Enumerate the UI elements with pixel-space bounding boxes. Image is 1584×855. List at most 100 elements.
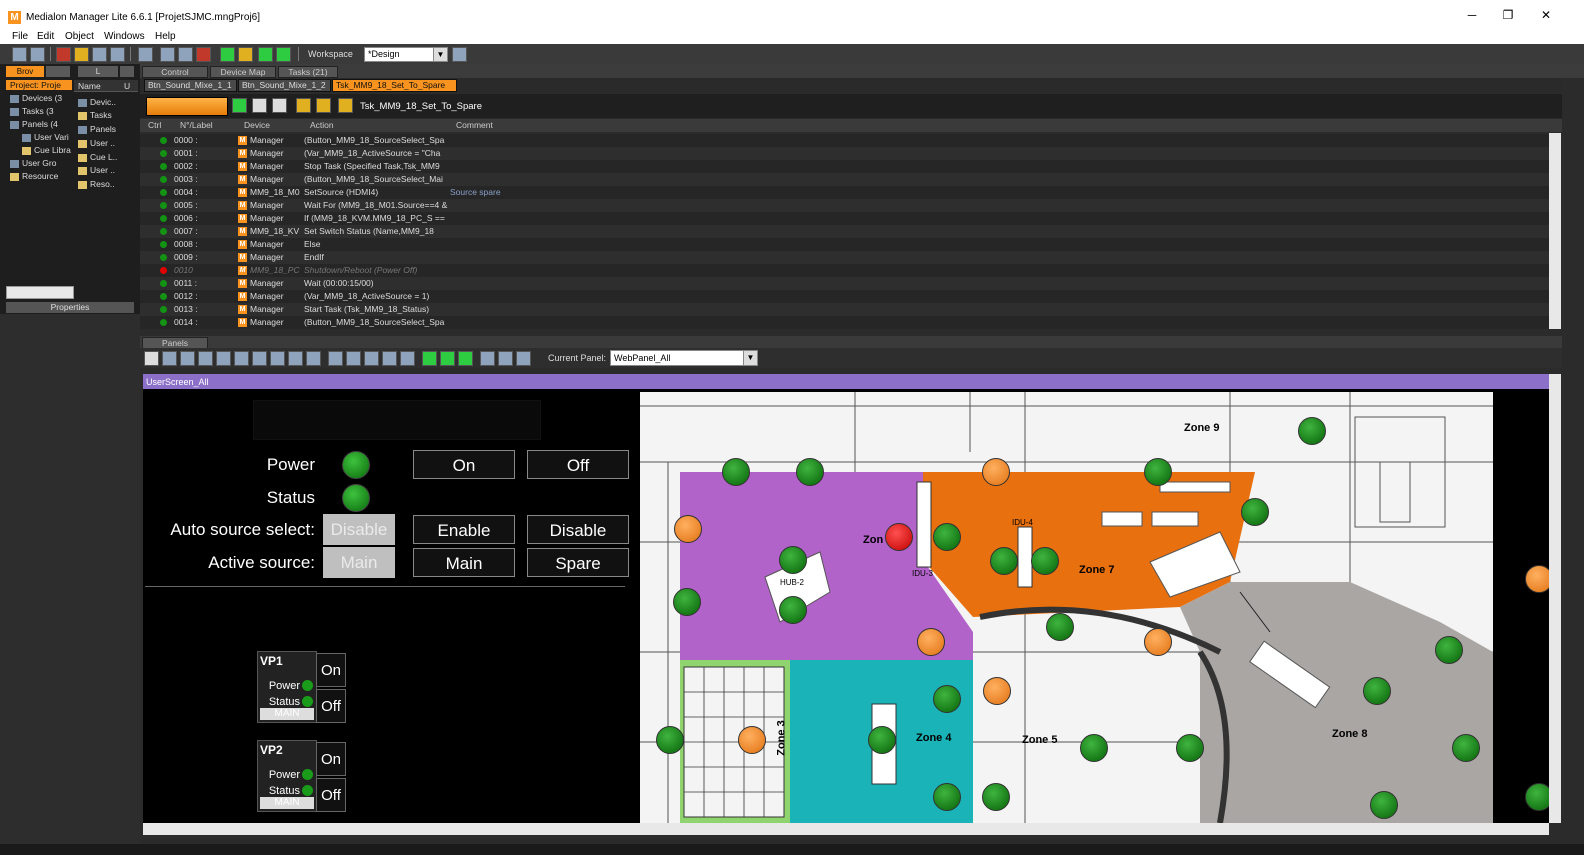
binoculars-icon[interactable] xyxy=(138,47,153,62)
pause-icon[interactable] xyxy=(252,98,267,113)
task-row[interactable]: M 0003 : Manager (Button_MM9_18_SourceSelec… xyxy=(140,173,1550,186)
flash-icon[interactable] xyxy=(316,98,331,113)
rectangle-tool-icon[interactable] xyxy=(328,351,343,366)
task-tab[interactable]: Btn_Sound_Mixe_1_2 xyxy=(238,79,331,92)
zone-sensor-dot[interactable] xyxy=(738,726,766,754)
start-icon[interactable] xyxy=(232,98,247,113)
open-icon[interactable] xyxy=(12,47,27,62)
zone-sensor-dot[interactable] xyxy=(796,458,824,486)
play-icon[interactable] xyxy=(272,98,287,113)
image-tool-icon[interactable] xyxy=(216,351,231,366)
task-row[interactable]: M 0004 : MM9_18_M0 SetSource (HDMI4) Source … xyxy=(140,186,1550,199)
wrench-icon[interactable] xyxy=(338,98,353,113)
current-panel-select[interactable]: WebPanel_All ▼ xyxy=(610,350,758,366)
list-item[interactable]: User .. xyxy=(78,165,115,175)
line-tool-icon[interactable] xyxy=(364,351,379,366)
zone-sensor-dot[interactable] xyxy=(779,596,807,624)
zone-sensor-dot[interactable] xyxy=(674,515,702,543)
task-tab-active[interactable]: Tsk_MM9_18_Set_To_Spare xyxy=(332,79,457,92)
task-row[interactable]: M 0006 : Manager If (MM9_18_KVM.MM9_18_PC_S… xyxy=(140,212,1550,225)
zone-sensor-dot[interactable] xyxy=(990,547,1018,575)
zone-sensor-dot[interactable] xyxy=(868,726,896,754)
zone-sensor-dot[interactable] xyxy=(656,726,684,754)
zone-sensor-dot[interactable] xyxy=(1144,458,1172,486)
panel-vertical-scrollbar[interactable] xyxy=(1549,374,1561,823)
connect-icon[interactable] xyxy=(220,47,235,62)
workspace-settings-icon[interactable] xyxy=(452,47,467,62)
toggle-tool-icon[interactable] xyxy=(288,351,303,366)
zone-sensor-dot[interactable] xyxy=(885,523,913,551)
pointer-icon[interactable] xyxy=(144,351,159,366)
zone-sensor-dot[interactable] xyxy=(673,588,701,616)
zone-sensor-dot[interactable] xyxy=(1031,547,1059,575)
power-off-button[interactable]: Off xyxy=(527,450,629,479)
vp2-off-button[interactable]: Off xyxy=(316,778,346,812)
group-icon[interactable] xyxy=(480,351,495,366)
disable-button[interactable]: Disable xyxy=(527,515,629,544)
tree-item-cue-library[interactable]: Cue Libra xyxy=(22,145,71,155)
square-tool-icon[interactable] xyxy=(400,351,415,366)
task-row[interactable]: M 0011 : Manager Wait (00:00:15/00) xyxy=(140,277,1550,290)
zone-sensor-dot[interactable] xyxy=(1363,677,1391,705)
list-item[interactable]: Reso.. xyxy=(78,179,115,189)
zone-sensor-dot[interactable] xyxy=(1176,734,1204,762)
task-row[interactable]: M 0008 : Manager Else xyxy=(140,238,1550,251)
task-row[interactable]: M 0009 : Manager EndIf xyxy=(140,251,1550,264)
ellipse-tool-icon[interactable] xyxy=(346,351,361,366)
led-tool-icon[interactable] xyxy=(270,351,285,366)
play-icon[interactable] xyxy=(258,47,273,62)
run-icon[interactable] xyxy=(74,47,89,62)
tree-item-tasks[interactable]: Tasks (3 xyxy=(10,106,54,116)
align-center-icon[interactable] xyxy=(458,351,473,366)
stop-square-icon[interactable] xyxy=(276,47,291,62)
horizontal-scrollbar[interactable] xyxy=(6,286,74,299)
task-row[interactable]: M 0000 : Manager (Button_MM9_18_SourceSelec… xyxy=(140,134,1550,147)
tab-browser-extra[interactable] xyxy=(46,66,70,77)
tab-list-extra[interactable] xyxy=(120,66,134,77)
list-item[interactable]: Devic.. xyxy=(78,97,116,107)
menu-windows[interactable]: Windows xyxy=(104,31,145,42)
vp1-off-button[interactable]: Off xyxy=(316,689,346,723)
task-row[interactable]: M 0002 : Manager Stop Task (Specified Task,… xyxy=(140,160,1550,173)
maximize-button[interactable]: ❐ xyxy=(1488,8,1528,22)
task-row[interactable]: M 0001 : Manager (Var_MM9_18_ActiveSource =… xyxy=(140,147,1550,160)
menu-edit[interactable]: Edit xyxy=(37,31,54,42)
zone-sensor-dot[interactable] xyxy=(982,458,1010,486)
vp2-on-button[interactable]: On xyxy=(316,742,346,776)
grid-icon[interactable] xyxy=(178,47,193,62)
list-item[interactable]: Panels xyxy=(78,124,116,134)
task-row[interactable]: M 0014 : Manager (Button_MM9_18_SourceSelec… xyxy=(140,316,1550,329)
zone-sensor-dot[interactable] xyxy=(983,677,1011,705)
stop-icon[interactable] xyxy=(56,47,71,62)
task-row[interactable]: M 0007 : MM9_18_KV Set Switch Status (Name… xyxy=(140,225,1550,238)
zone-sensor-dot[interactable] xyxy=(1370,791,1398,819)
align-left-icon[interactable] xyxy=(422,351,437,366)
tree-item-user-vars[interactable]: User Vari xyxy=(22,132,69,142)
button-tool-icon[interactable] xyxy=(162,351,177,366)
tree-item-resources[interactable]: Resource xyxy=(10,171,58,181)
task-tab[interactable]: Btn_Sound_Mixe_1_1 xyxy=(144,79,237,92)
zone-sensor-dot[interactable] xyxy=(722,458,750,486)
task-row[interactable]: M 0005 : Manager Wait For (MM9_18_M01.Sourc… xyxy=(140,199,1550,212)
zone-sensor-dot[interactable] xyxy=(1144,628,1172,656)
zone-sensor-dot[interactable] xyxy=(933,523,961,551)
power-on-button[interactable]: On xyxy=(413,450,515,479)
list-item[interactable]: Tasks xyxy=(78,110,112,120)
main-button[interactable]: Main xyxy=(413,548,515,577)
copy-icon[interactable] xyxy=(160,47,175,62)
tab-device-map[interactable]: Device Map xyxy=(210,66,276,78)
zone-sensor-dot[interactable] xyxy=(933,783,961,811)
menu-file[interactable]: File xyxy=(12,31,28,42)
spare-button[interactable]: Spare xyxy=(527,548,629,577)
zone-sensor-dot[interactable] xyxy=(1435,636,1463,664)
text-tool-icon[interactable] xyxy=(382,351,397,366)
zone-sensor-dot[interactable] xyxy=(1080,734,1108,762)
tree-item-project[interactable]: Project: Proje xyxy=(10,80,61,90)
save-icon[interactable] xyxy=(30,47,45,62)
task-scrollbar[interactable] xyxy=(1549,133,1561,329)
zone-sensor-dot[interactable] xyxy=(933,685,961,713)
tree-item-devices[interactable]: Devices (3 xyxy=(10,93,62,103)
zone-sensor-dot[interactable] xyxy=(779,546,807,574)
task-row[interactable]: M 0010 MM9_18_PC Shutdown/Reboot (Power Off… xyxy=(140,264,1550,277)
pause-icon[interactable] xyxy=(110,47,125,62)
